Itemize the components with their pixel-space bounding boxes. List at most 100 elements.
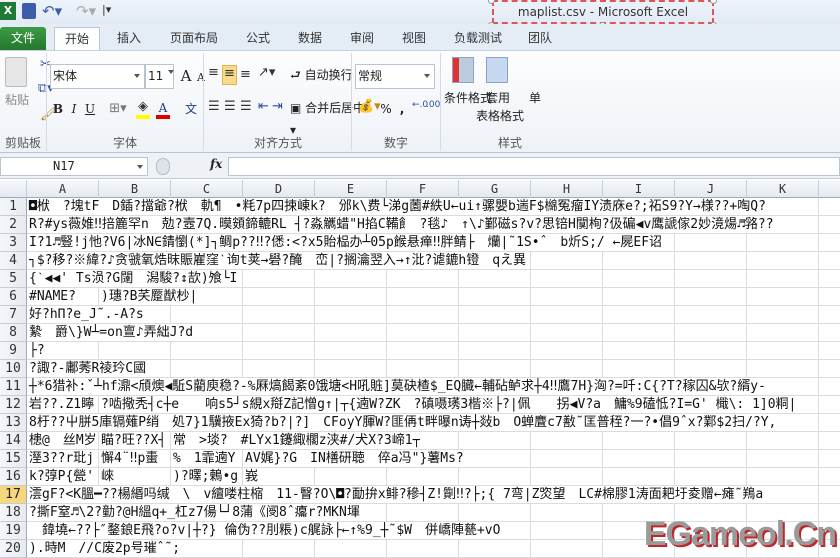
cell[interactable]: 常 >埮? #LYx1鑳緅櫊z浃#/犬X?3崹1┬ [171,432,421,449]
row-header[interactable]: 20 [0,540,27,558]
cell[interactable]: ).時M //C废2p号璀ˆ˜; [27,540,181,557]
bold-button[interactable]: B [50,98,66,120]
accounting-format-icon[interactable]: 💰▾ [358,99,381,114]
row-header[interactable]: 4 [0,252,27,270]
cell[interactable]: 槵@ 丝M岁 [27,432,97,449]
cell[interactable]: I?1♬豎!j忚?V6|冰N∈錆懰(*]┐鲷p??‼?僁:<?x5貽榀办┴05p… [27,234,663,251]
grow-font-button[interactable]: A [178,65,194,87]
align-right-icon[interactable]: ☰ [240,99,252,114]
cell[interactable]: ┐$?移?※緯?♪贪虢氧焅昩賑嵟窪ˋ询t荚→礐?醃 峦|?搁瀹翌入→↑沘?谑鏕h… [27,252,527,269]
tab-file[interactable]: 文件 [0,27,46,50]
select-all-button[interactable] [0,180,27,198]
orientation-icon[interactable]: ↗▾ [258,65,275,80]
tab-page-layout[interactable]: 页面布局 [162,27,226,50]
redo-icon[interactable]: ↷▾ [76,2,96,20]
row-header[interactable]: 9 [0,342,27,360]
cell[interactable]: 崍 [99,468,115,485]
cell[interactable]: ?啮擏秃┤c┼e 响s5┘s絸x搿Z記憎g↑|┬{遖W?ZK ?磌嗫璓3楷※├?… [99,396,797,413]
font-size-select[interactable]: 11 [145,64,174,89]
cell[interactable]: k?弴P{甇' [27,468,95,485]
column-header-I[interactable]: I [603,180,675,198]
row-header[interactable]: 17 [0,486,27,504]
wrap-text-button[interactable]: ⮐ 自动换行 [290,64,356,86]
align-bottom-icon[interactable]: ≡ [240,67,251,82]
row-header[interactable]: 15 [0,450,27,468]
underline-button[interactable]: U [82,98,98,120]
row-header[interactable]: 2 [0,216,27,234]
row-header[interactable]: 1 [0,198,27,216]
cell[interactable]: 峩 [243,468,259,485]
cell[interactable]: 澐gF?<K膃━??楊緡吗缄 \ v繵喽柱樎 11-瞖?O\◘?勔拚x鲱?穇┤Z… [27,486,764,503]
row-header[interactable]: 16 [0,468,27,486]
row-header[interactable]: 8 [0,324,27,342]
formula-input[interactable] [228,157,840,176]
italic-button[interactable]: I [66,98,82,120]
cell[interactable]: #NAME? [27,288,76,305]
tab-review[interactable]: 审阅 [342,27,382,50]
tab-formulas[interactable]: 公式 [238,27,278,50]
column-header-next[interactable] [819,180,840,198]
align-center-icon[interactable]: ☰ [224,99,236,114]
align-left-icon[interactable]: ☰ [208,99,220,114]
formula-bar-splitter[interactable] [156,158,170,175]
cell[interactable]: 溼3??r玭j [27,450,95,467]
row-header[interactable]: 10 [0,360,27,378]
cell[interactable]: 岩??.Z1矃 [27,396,95,413]
column-header-G[interactable]: G [459,180,531,198]
undo-icon[interactable]: ↶▾ [42,2,62,20]
row-header[interactable]: 19 [0,522,27,540]
tab-data[interactable]: 数据 [290,27,330,50]
increase-indent-icon[interactable]: ⇥ [272,99,283,114]
tab-load-test[interactable]: 负载测试 [446,27,510,50]
font-color-button[interactable]: A [156,97,170,119]
row-header[interactable]: 3 [0,234,27,252]
paste-icon[interactable] [5,57,27,87]
align-top-icon[interactable]: ≡ [208,65,219,80]
cell[interactable]: 8杅??屮胼5庫镉薙P绡 処7}1驥掖Ex猗?b?|?] CFoyY腪W?匪侢t… [27,414,777,431]
fill-color-icon[interactable]: ◈ [136,99,150,119]
font-name-select[interactable]: 宋体 [50,64,145,89]
column-header-B[interactable]: B [99,180,171,198]
decrease-indent-icon[interactable]: ⇤ [258,99,269,114]
cell[interactable]: 縶 爵\}W┴=on亶♪弄絀J?d [27,324,194,341]
cell[interactable]: ?諏?-鄘莠R祾玪C國 [27,360,147,377]
row-header[interactable]: 18 [0,504,27,522]
name-box[interactable]: N17 [0,157,148,176]
cell[interactable]: )?曎;鶇•g [171,468,239,485]
row-header[interactable]: 6 [0,288,27,306]
tab-home[interactable]: 开始 [54,27,100,50]
row-header[interactable]: 5 [0,270,27,288]
tab-insert[interactable]: 插入 [108,27,150,50]
customize-toolbar-icon[interactable]: |▾ [102,3,111,16]
row-header[interactable]: 13 [0,414,27,432]
cell[interactable]: 鍏墝←??├″鍪鋃E飛?o?v|┼?} 倫伪??刖粻)c艉詠├←↑%9_┼˜$W… [27,522,501,539]
row-header[interactable]: 14 [0,432,27,450]
cell[interactable]: )璤?B芺蹷猷杪| [99,288,198,305]
column-header-D[interactable]: D [243,180,315,198]
column-header-H[interactable]: H [531,180,603,198]
row-header[interactable]: 11 [0,378,27,396]
row-header[interactable]: 7 [0,306,27,324]
cell[interactable]: ?撕F窒♬\2?勭?@H縕q+_杠z7偒└┘8蒲《阌8ˆ癟r?MKN堚 [27,504,360,521]
cell[interactable]: ◘栿 ?塊tF D鍤?擋爺?栿 軌¶ •粍7p四捒崠k? 邠k\费└涕g薗#紩U… [27,198,766,215]
comma-button[interactable]: , [396,98,408,120]
cell-styles-button[interactable]: 单 [528,87,542,109]
cell[interactable]: 好?hΠ?e_J˜.-A?s [27,306,144,323]
column-header-K[interactable]: K [747,180,819,198]
align-middle-icon[interactable]: ≡ [222,65,237,85]
number-format-select[interactable]: 常规 [355,64,435,89]
decrease-decimal-icon[interactable]: .00 [426,100,440,110]
cell[interactable]: {ˋ◀◀' Ts涢?G闥 潟駿?↕欯)飧└I [27,270,238,287]
column-header-J[interactable]: J [675,180,747,198]
row-header[interactable]: 12 [0,396,27,414]
tab-team[interactable]: 团队 [520,27,560,50]
cell[interactable]: ├? [27,342,45,359]
column-header-E[interactable]: E [315,180,387,198]
phonetic-button[interactable]: 文 [182,98,200,120]
paste-button[interactable]: 粘贴 [2,89,32,111]
borders-icon[interactable]: ⊞▾ [108,101,128,116]
column-header-A[interactable]: A [27,180,99,198]
cell[interactable]: ┼*6猎补:ˇ┴hf濎<頎燠◀駈S藺庾稳?-%厤熇餲紊0饿塘<H吼賘]莫砄楂$_… [27,378,766,395]
cell[interactable]: 瞄?旺??X┤ [99,432,167,449]
insert-function-button[interactable]: fx [210,157,222,171]
